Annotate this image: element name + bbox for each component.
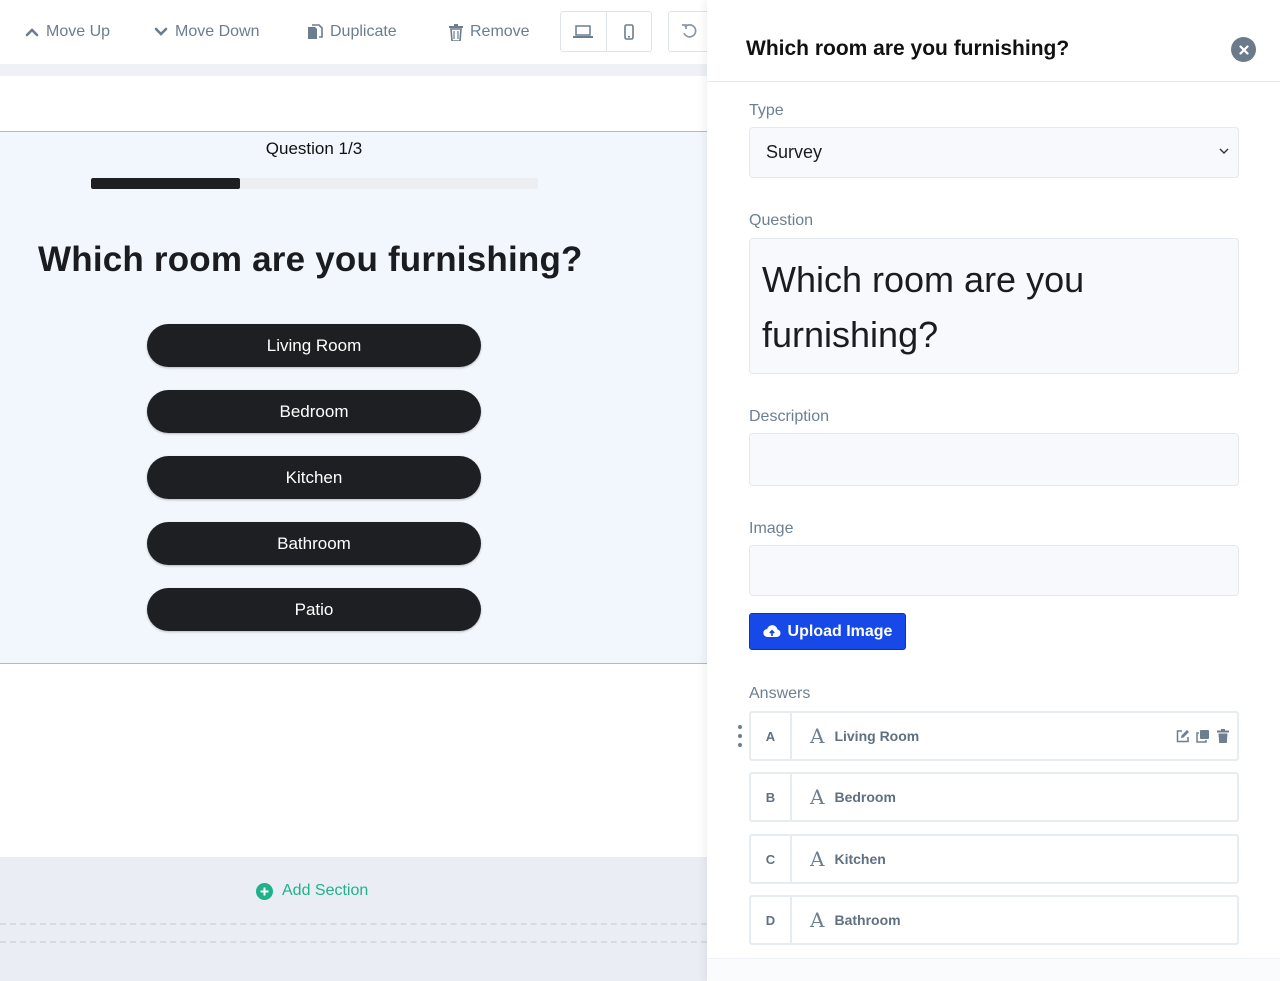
answer-button-bedroom[interactable]: Bedroom [147, 390, 481, 433]
answer-letter: B [751, 774, 792, 820]
answer-text: Bedroom [834, 789, 896, 805]
answer-actions [1175, 713, 1237, 759]
progress-bar [91, 178, 538, 189]
add-section-area: Add Section [0, 857, 707, 981]
answer-button-living-room[interactable]: Living Room [147, 324, 481, 367]
add-section-label: Add Section [282, 882, 369, 899]
drag-dot [738, 725, 742, 729]
drag-dot [738, 734, 742, 738]
add-section-button[interactable]: Add Section [256, 882, 368, 900]
image-input[interactable] [749, 545, 1239, 596]
copy-answer-button[interactable] [1195, 729, 1210, 744]
section-toolbar: Move Up Move Down Duplicate Remove [0, 0, 707, 64]
plus-circle-icon [256, 882, 273, 900]
edit-answer-button[interactable] [1175, 729, 1190, 744]
undo-icon [682, 24, 697, 38]
answer-button-bathroom[interactable]: Bathroom [147, 522, 481, 565]
question-settings-panel: Which room are you furnishing? Type Surv… [707, 0, 1280, 981]
answer-row[interactable]: D A Bathroom [749, 895, 1239, 945]
text-type-icon: A [810, 908, 825, 932]
laptop-icon [573, 24, 594, 38]
text-type-icon: A [810, 847, 825, 871]
desktop-view-button[interactable] [561, 12, 606, 51]
panel-footer-strip [707, 958, 1280, 981]
panel-header: Which room are you furnishing? [707, 0, 1280, 82]
type-select[interactable]: Survey [749, 127, 1239, 178]
copy-icon [1195, 730, 1209, 743]
answer-button-kitchen[interactable]: Kitchen [147, 456, 481, 499]
answer-letter: C [751, 836, 792, 882]
answer-row[interactable]: C A Kitchen [749, 834, 1239, 884]
mobile-view-button[interactable] [605, 12, 652, 51]
editor-canvas: Move Up Move Down Duplicate Remove Quest… [0, 0, 707, 981]
question-input[interactable]: Which room are you furnishing? [749, 238, 1239, 374]
trash-icon [1216, 729, 1229, 743]
close-button[interactable] [1231, 37, 1256, 62]
description-label: Description [749, 408, 830, 425]
remove-button[interactable]: Remove [447, 12, 532, 52]
answer-row[interactable]: A A Living Room [749, 711, 1239, 761]
progress-label: Question 1/3 [265, 139, 363, 158]
trash-icon [449, 23, 463, 41]
section-divider [0, 941, 707, 943]
answer-text: Living Room [834, 728, 920, 744]
edit-icon [1176, 730, 1189, 743]
answer-letter: D [751, 897, 792, 943]
move-down-label: Move Down [175, 23, 260, 40]
panel-title: Which room are you furnishing? [746, 37, 1070, 60]
question-label: Question [749, 212, 814, 229]
cloud-upload-icon [762, 625, 781, 638]
drag-handle[interactable] [736, 725, 744, 747]
upload-image-label: Upload Image [787, 622, 893, 640]
chevron-down-icon [154, 27, 168, 36]
duplicate-icon [308, 24, 323, 39]
question-title: Which room are you furnishing? [38, 240, 583, 279]
close-icon [1238, 44, 1249, 55]
remove-label: Remove [470, 23, 530, 40]
answer-row[interactable]: B A Bedroom [749, 772, 1239, 822]
device-toggle [560, 11, 652, 52]
chevron-down-icon [1219, 148, 1229, 154]
duplicate-label: Duplicate [330, 23, 397, 40]
answers-label: Answers [749, 685, 811, 702]
chevron-up-icon [25, 28, 39, 37]
toolbar-divider [0, 64, 707, 76]
text-type-icon: A [810, 724, 825, 748]
section-divider [0, 923, 707, 925]
answer-text: Kitchen [834, 851, 886, 867]
text-type-icon: A [810, 785, 825, 809]
move-up-label: Move Up [46, 23, 111, 40]
description-input[interactable] [749, 433, 1239, 486]
answer-button-patio[interactable]: Patio [147, 588, 481, 631]
duplicate-button[interactable]: Duplicate [305, 12, 399, 52]
upload-image-button[interactable]: Upload Image [749, 613, 906, 650]
mobile-icon [623, 23, 634, 40]
move-down-button[interactable]: Move Down [152, 12, 261, 52]
delete-answer-button[interactable] [1215, 729, 1230, 744]
answer-text: Bathroom [834, 912, 901, 928]
move-up-button[interactable]: Move Up [23, 12, 112, 52]
type-label: Type [749, 102, 784, 119]
question-section[interactable]: Question 1/3 Which room are you furnishi… [0, 131, 707, 664]
progress-fill [91, 178, 240, 189]
undo-button[interactable] [668, 11, 707, 52]
type-select-value: Survey [766, 142, 823, 162]
drag-dot [738, 743, 742, 747]
answer-letter: A [751, 713, 792, 759]
image-label: Image [749, 520, 794, 537]
